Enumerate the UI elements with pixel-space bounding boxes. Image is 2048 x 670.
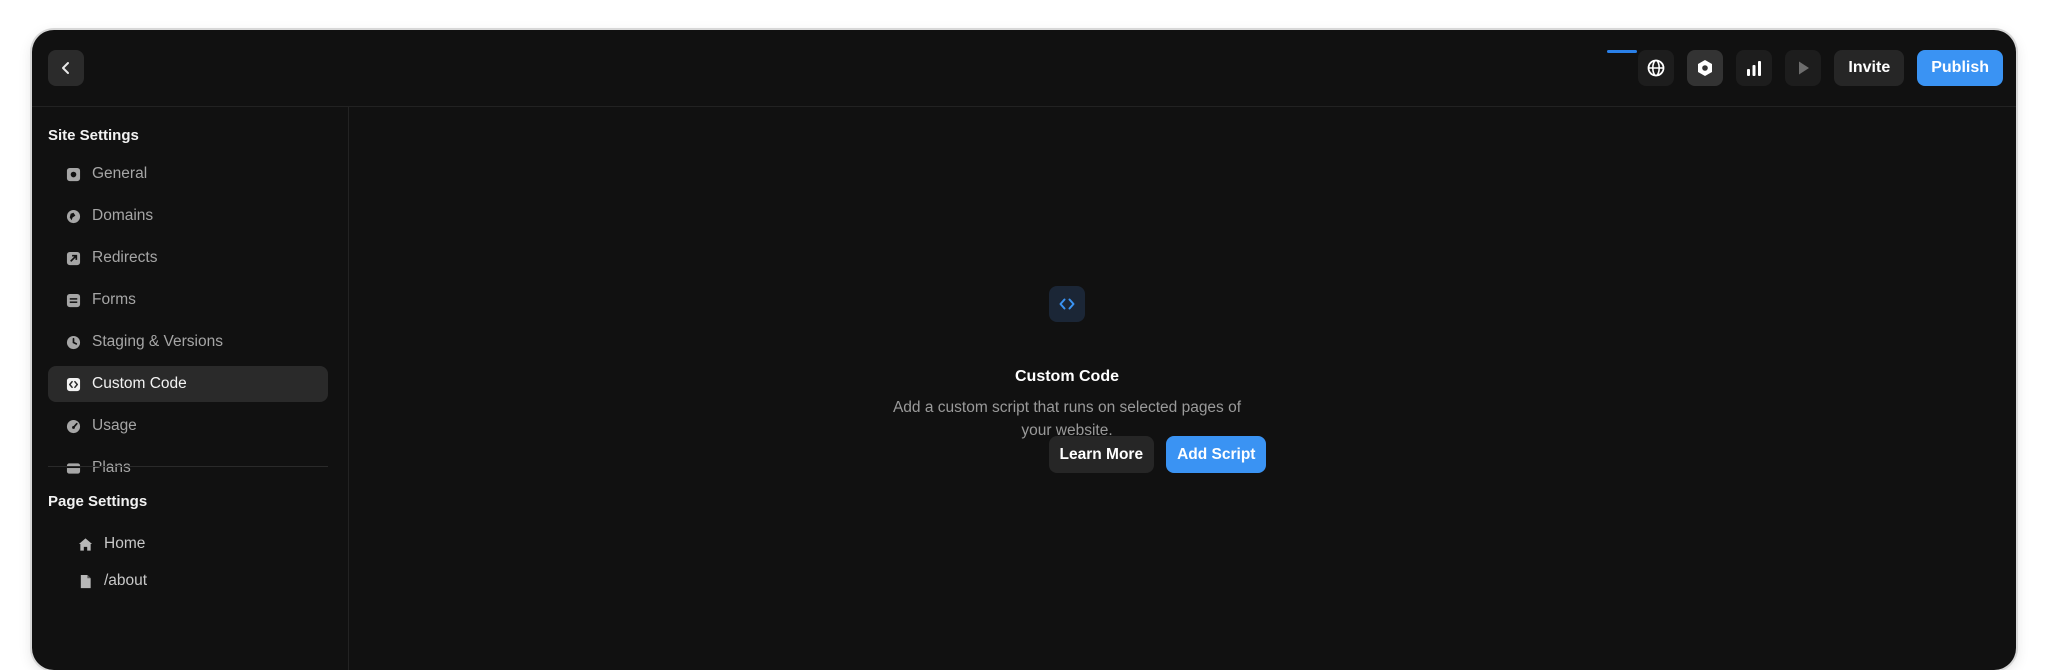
invite-button[interactable]: Invite [1834, 50, 1905, 86]
sidebar-item-redirects[interactable]: Redirects [48, 240, 328, 276]
chevron-left-icon [62, 62, 69, 74]
card-icon [65, 460, 81, 476]
custom-code-badge [1049, 286, 1085, 322]
redirect-arrow-icon [65, 250, 81, 266]
preview-button[interactable] [1785, 50, 1822, 86]
play-icon [1799, 61, 1810, 75]
page-settings-title: Page Settings [48, 493, 148, 510]
main-content: Custom Code Add a custom script that run… [349, 107, 2016, 670]
general-icon [65, 166, 81, 182]
topbar-actions: Invite Publish [1638, 50, 2003, 86]
form-icon [65, 292, 81, 308]
sidebar-item-label: Custom Code [92, 375, 187, 392]
globe-icon [1648, 59, 1665, 77]
sidebar-item-domains[interactable]: Domains [48, 198, 328, 234]
analytics-button[interactable] [1736, 50, 1773, 86]
sidebar-item-plans[interactable]: Plans [48, 450, 328, 486]
page-item-about[interactable]: /about [48, 565, 328, 597]
back-button[interactable] [48, 50, 84, 86]
settings-hexagon-icon [1698, 60, 1713, 76]
globe-button[interactable] [1638, 50, 1675, 86]
sidebar-item-label: Usage [92, 417, 137, 434]
settings-button[interactable] [1687, 50, 1724, 86]
sidebar-item-label: Plans [92, 459, 131, 476]
file-icon [77, 573, 93, 589]
add-script-button[interactable]: Add Script [1166, 436, 1267, 473]
analytics-bars-icon [1747, 61, 1762, 76]
empty-state-actions: Learn More Add Script [349, 436, 2016, 473]
gauge-icon [65, 418, 81, 434]
sidebar-item-custom-code[interactable]: Custom Code [48, 366, 328, 402]
sidebar-item-label: Staging & Versions [92, 333, 223, 350]
app-window: Invite Publish Site Settings General Dom… [32, 30, 2016, 670]
page-item-label: Home [104, 535, 146, 552]
code-brackets-icon [1059, 298, 1075, 310]
sidebar-item-label: Forms [92, 291, 136, 308]
publish-button[interactable]: Publish [1917, 50, 2003, 86]
code-icon [65, 376, 81, 392]
sidebar-item-label: Redirects [92, 249, 158, 266]
sidebar-item-label: General [92, 165, 148, 182]
learn-more-button[interactable]: Learn More [1048, 436, 1155, 473]
clock-icon [65, 334, 81, 350]
site-settings-title: Site Settings [48, 127, 139, 144]
page-item-label: /about [104, 572, 148, 589]
top-bar: Invite Publish [32, 30, 2016, 107]
sidebar-divider [48, 466, 328, 467]
sidebar-item-forms[interactable]: Forms [48, 282, 328, 318]
globe-icon [65, 208, 81, 224]
home-icon [77, 536, 93, 552]
active-indicator [1607, 50, 1637, 53]
sidebar-item-general[interactable]: General [48, 156, 328, 192]
sidebar-item-usage[interactable]: Usage [48, 408, 328, 444]
settings-sidebar: Site Settings General Domains Redirects … [32, 107, 349, 670]
empty-state-title: Custom Code [1015, 368, 1119, 385]
sidebar-item-label: Domains [92, 207, 154, 224]
page-item-home[interactable]: Home [48, 528, 328, 560]
sidebar-item-staging-versions[interactable]: Staging & Versions [48, 324, 328, 360]
